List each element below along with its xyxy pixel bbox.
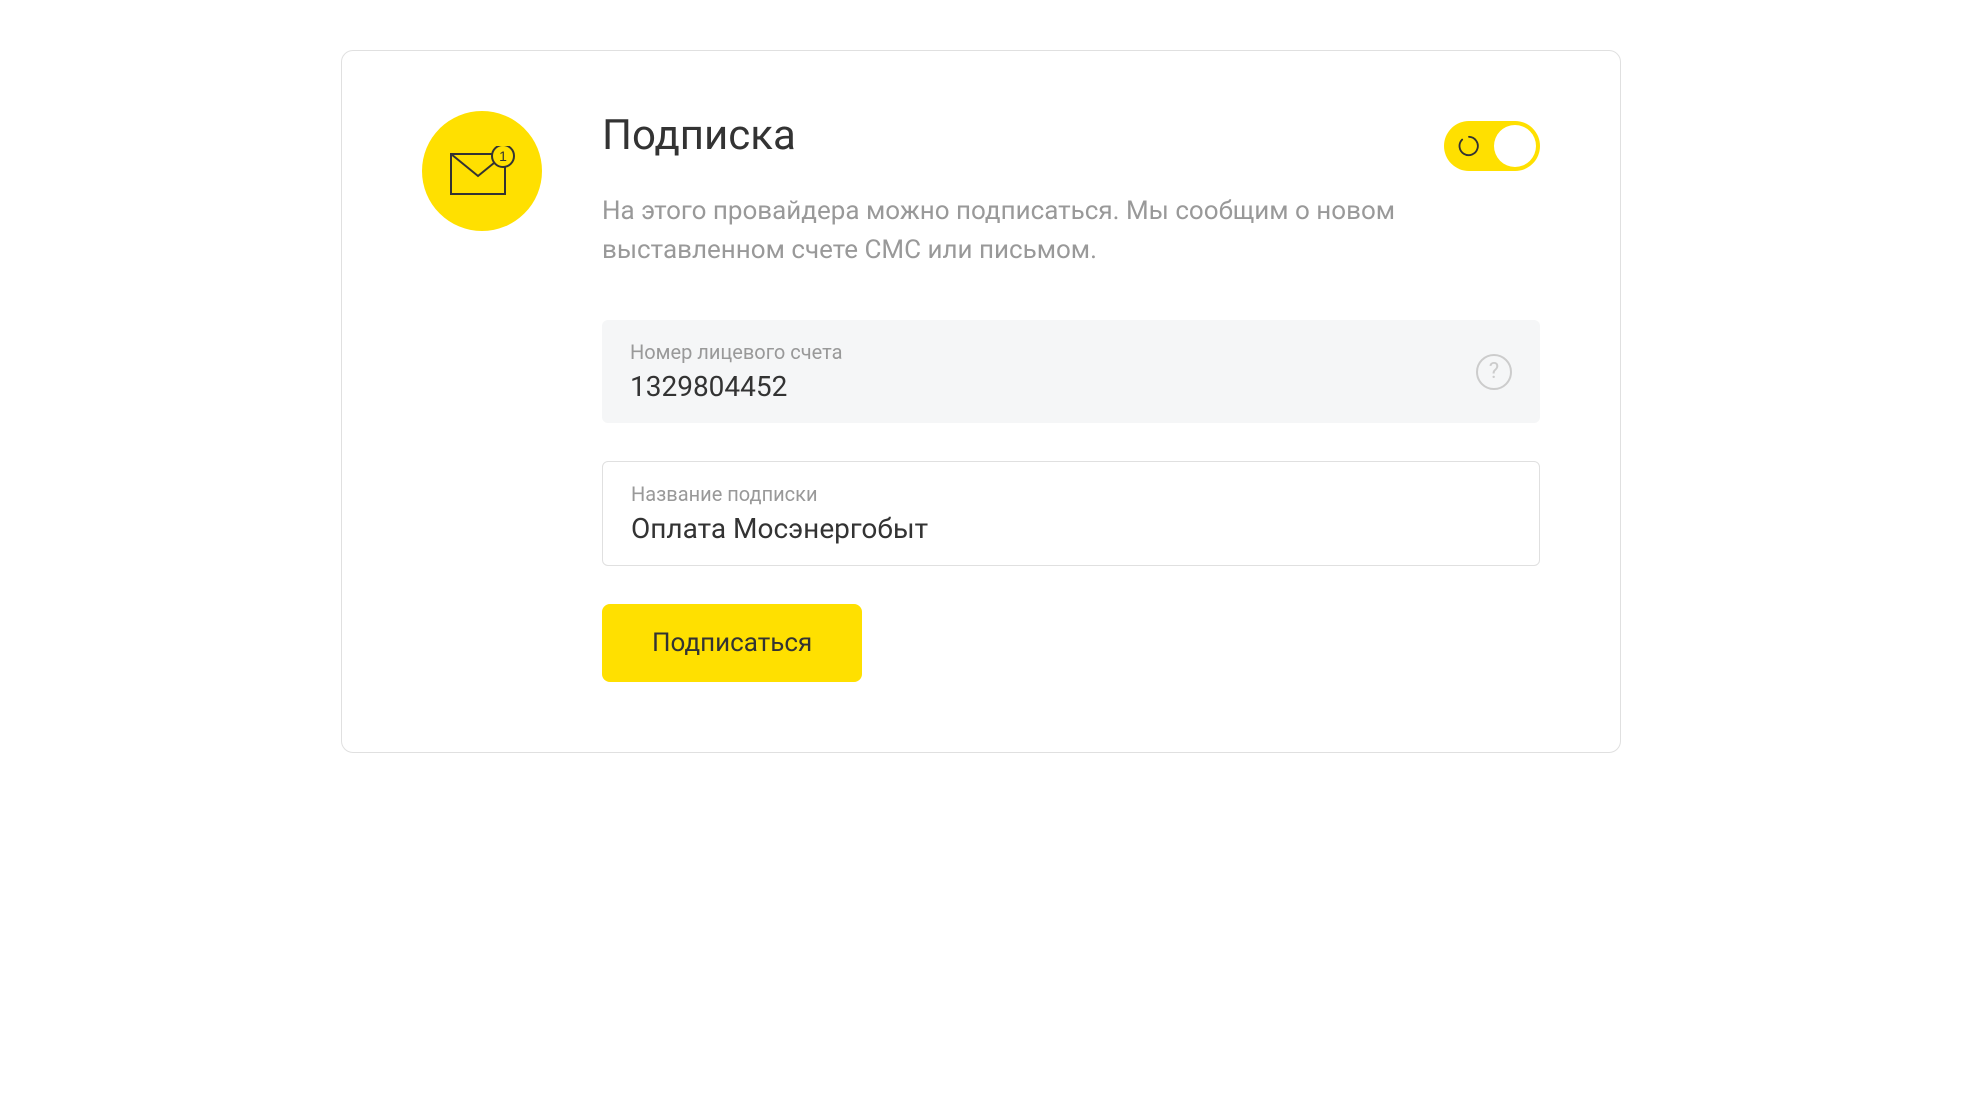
subscribe-button[interactable]: Подписаться: [602, 604, 862, 682]
account-number-label: Номер лицевого счета: [630, 340, 1512, 364]
account-number-value: 1329804452: [630, 370, 1512, 403]
form-section: Номер лицевого счета 1329804452 ? Назван…: [602, 320, 1540, 682]
toggle-knob: [1494, 125, 1536, 167]
subscription-toggle[interactable]: [1444, 121, 1540, 171]
subscription-card: 1 Подписка На этого провайдера можно под…: [341, 50, 1621, 753]
spinner-icon: [1458, 135, 1480, 157]
subscription-name-label: Название подписки: [631, 482, 1511, 506]
header-content: Подписка На этого провайдера можно подпи…: [602, 111, 1540, 270]
envelope-notification-icon: 1: [449, 146, 515, 196]
subscription-icon-circle: 1: [422, 111, 542, 231]
account-number-field: Номер лицевого счета 1329804452 ?: [602, 320, 1540, 423]
help-icon[interactable]: ?: [1476, 354, 1512, 390]
svg-text:1: 1: [499, 148, 507, 164]
card-title: Подписка: [602, 111, 1540, 160]
header-row: 1 Подписка На этого провайдера можно под…: [422, 111, 1540, 270]
subscription-name-field[interactable]: Название подписки: [602, 461, 1540, 566]
subscription-name-input[interactable]: [631, 512, 1511, 545]
card-description: На этого провайдера можно подписаться. М…: [602, 192, 1422, 270]
